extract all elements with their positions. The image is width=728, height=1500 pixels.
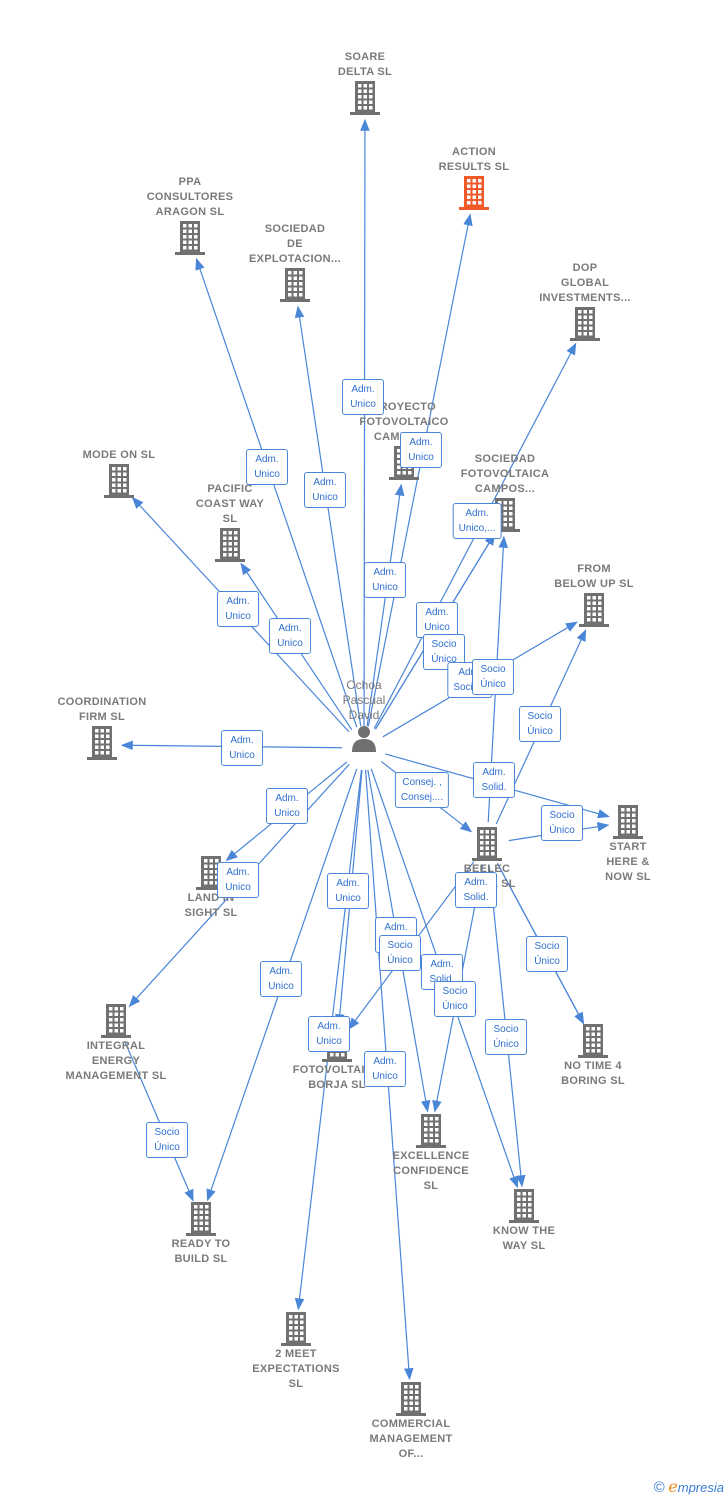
- relation-label[interactable]: Socio Único: [485, 1019, 527, 1055]
- building-icon: [280, 268, 310, 302]
- relation-label[interactable]: Adm. Unico: [266, 788, 308, 824]
- relation-label[interactable]: Adm. Unico,...: [452, 503, 502, 539]
- logo-initial: e: [668, 1477, 678, 1496]
- relation-label[interactable]: Socio Único: [472, 659, 514, 695]
- copyright-symbol: ©: [653, 1479, 665, 1496]
- building-icon: [101, 1004, 131, 1038]
- company-node-socexp[interactable]: SOCIEDAD DE EXPLOTACION...: [235, 222, 355, 303]
- company-name: READY TO BUILD SL: [171, 1238, 231, 1265]
- company-name: COMMERCIAL MANAGEMENT OF...: [369, 1418, 453, 1460]
- company-node-pacific[interactable]: PACIFIC COAST WAY SL: [170, 482, 290, 563]
- company-name: DOP GLOBAL INVESTMENTS...: [539, 262, 631, 304]
- relation-label[interactable]: Adm. Unico: [327, 873, 369, 909]
- relation-label[interactable]: Adm. Unico: [217, 862, 259, 898]
- company-name: INTEGRAL ENERGY MANAGEMENT SL: [65, 1040, 167, 1082]
- empresia-logo[interactable]: © empresia: [654, 1477, 724, 1496]
- relation-label[interactable]: Adm. Unico: [308, 1016, 350, 1052]
- relation-label[interactable]: Adm. Unico: [304, 472, 346, 508]
- relation-label[interactable]: Socio Único: [434, 981, 476, 1017]
- relation-label[interactable]: Adm. Unico: [246, 449, 288, 485]
- company-name: ACTION RESULTS SL: [438, 146, 510, 173]
- company-node-notime[interactable]: NO TIME 4 BORING SL: [533, 1023, 653, 1089]
- person-node[interactable]: Ochoa Pascual David: [329, 678, 399, 758]
- building-icon: [281, 1312, 311, 1346]
- building-icon: [579, 593, 609, 627]
- company-node-ready[interactable]: READY TO BUILD SL: [141, 1201, 261, 1267]
- relation-label[interactable]: Socio Único: [519, 706, 561, 742]
- building-icon: [613, 805, 643, 839]
- company-node-modeon[interactable]: MODE ON SL: [59, 448, 179, 499]
- company-name: SOARE DELTA SL: [337, 51, 393, 78]
- building-icon: [570, 307, 600, 341]
- company-node-soare[interactable]: SOARE DELTA SL: [305, 50, 425, 116]
- building-icon: [215, 528, 245, 562]
- company-node-coord[interactable]: COORDINATION FIRM SL: [42, 695, 162, 761]
- building-icon: [459, 176, 489, 210]
- company-name: NO TIME 4 BORING SL: [561, 1060, 625, 1087]
- network-diagram: Ochoa Pascual David © empresia SOARE DEL…: [0, 0, 728, 1500]
- company-node-commercial[interactable]: COMMERCIAL MANAGEMENT OF...: [351, 1381, 471, 1462]
- company-name: SOCIEDAD FOTOVOLTAICA CAMPOS...: [460, 453, 550, 495]
- company-node-excel[interactable]: EXCELLENCE CONFIDENCE SL: [371, 1113, 491, 1194]
- relation-label[interactable]: Adm. Unico: [221, 730, 263, 766]
- relation-label[interactable]: Adm. Solid.: [455, 872, 497, 908]
- building-icon: [416, 1114, 446, 1148]
- building-icon: [104, 464, 134, 498]
- company-name: SOCIEDAD DE EXPLOTACION...: [248, 223, 341, 265]
- company-name: PACIFIC COAST WAY SL: [195, 483, 265, 525]
- relation-label[interactable]: Consej. , Consej....: [394, 772, 450, 808]
- company-name: COORDINATION FIRM SL: [57, 696, 147, 723]
- building-icon: [472, 827, 502, 861]
- building-icon: [186, 1202, 216, 1236]
- relation-label[interactable]: Adm. Solid.: [473, 762, 515, 798]
- relation-label[interactable]: Adm. Unico: [269, 618, 311, 654]
- building-icon: [87, 726, 117, 760]
- building-icon: [175, 221, 205, 255]
- building-icon: [350, 81, 380, 115]
- relation-label[interactable]: Socio Único: [526, 936, 568, 972]
- company-node-meet[interactable]: 2 MEET EXPECTATIONS SL: [236, 1311, 356, 1392]
- company-node-integral[interactable]: INTEGRAL ENERGY MANAGEMENT SL: [56, 1003, 176, 1084]
- relation-label[interactable]: Socio Único: [146, 1122, 188, 1158]
- company-node-know[interactable]: KNOW THE WAY SL: [464, 1188, 584, 1254]
- building-icon: [396, 1382, 426, 1416]
- person-name: Ochoa Pascual David: [342, 678, 386, 722]
- company-name: MODE ON SL: [82, 449, 156, 461]
- company-node-ppa[interactable]: PPA CONSULTORES ARAGON SL: [130, 175, 250, 256]
- company-node-dop[interactable]: DOP GLOBAL INVESTMENTS...: [525, 261, 645, 342]
- company-name: KNOW THE WAY SL: [492, 1225, 556, 1252]
- company-node-action[interactable]: ACTION RESULTS SL: [414, 145, 534, 211]
- relation-label[interactable]: Socio Único: [379, 935, 421, 971]
- relation-label[interactable]: Adm. Unico: [364, 562, 406, 598]
- company-node-start[interactable]: START HERE & NOW SL: [568, 804, 688, 885]
- person-icon: [352, 726, 376, 752]
- building-icon: [578, 1024, 608, 1058]
- relation-label[interactable]: Adm. Unico: [260, 961, 302, 997]
- relation-label[interactable]: Socio Único: [541, 805, 583, 841]
- company-name: FROM BELOW UP SL: [554, 563, 634, 590]
- relation-label[interactable]: Adm. Unico: [400, 432, 442, 468]
- company-node-frombelow[interactable]: FROM BELOW UP SL: [534, 562, 654, 628]
- company-name: PPA CONSULTORES ARAGON SL: [146, 176, 234, 218]
- relation-label[interactable]: Adm. Unico: [364, 1051, 406, 1087]
- building-icon: [509, 1189, 539, 1223]
- relation-label[interactable]: Adm. Unico: [342, 379, 384, 415]
- relation-label[interactable]: Adm. Unico: [416, 602, 458, 638]
- relation-label[interactable]: Adm. Unico: [217, 591, 259, 627]
- company-name: START HERE & NOW SL: [605, 841, 651, 883]
- logo-text: mpresia: [677, 1480, 724, 1495]
- company-name: 2 MEET EXPECTATIONS SL: [252, 1348, 340, 1390]
